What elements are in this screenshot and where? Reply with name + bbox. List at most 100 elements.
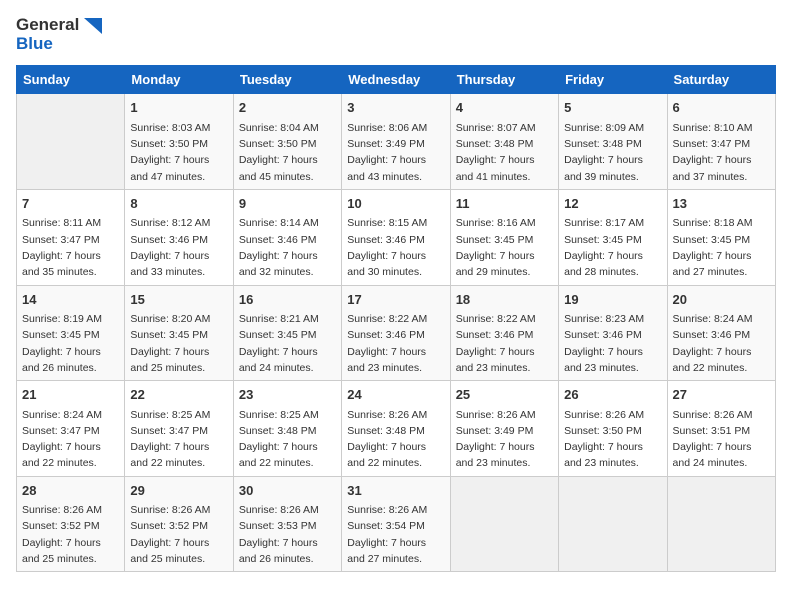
calendar-cell: 11Sunrise: 8:16 AM Sunset: 3:45 PM Dayli… <box>450 189 558 285</box>
calendar-cell <box>450 476 558 572</box>
day-info: Sunrise: 8:06 AM Sunset: 3:49 PM Dayligh… <box>347 120 444 185</box>
day-number: 22 <box>130 385 227 405</box>
column-header-monday: Monday <box>125 66 233 94</box>
calendar-cell: 30Sunrise: 8:26 AM Sunset: 3:53 PM Dayli… <box>233 476 341 572</box>
calendar-cell: 17Sunrise: 8:22 AM Sunset: 3:46 PM Dayli… <box>342 285 450 381</box>
day-info: Sunrise: 8:26 AM Sunset: 3:53 PM Dayligh… <box>239 502 336 567</box>
day-number: 18 <box>456 290 553 310</box>
calendar-week-row: 1Sunrise: 8:03 AM Sunset: 3:50 PM Daylig… <box>17 94 776 190</box>
day-number: 30 <box>239 481 336 501</box>
day-info: Sunrise: 8:24 AM Sunset: 3:46 PM Dayligh… <box>673 311 770 376</box>
logo-arrow-icon <box>84 18 102 34</box>
calendar-cell: 5Sunrise: 8:09 AM Sunset: 3:48 PM Daylig… <box>559 94 667 190</box>
day-number: 31 <box>347 481 444 501</box>
day-number: 3 <box>347 98 444 118</box>
day-info: Sunrise: 8:17 AM Sunset: 3:45 PM Dayligh… <box>564 215 661 280</box>
day-number: 6 <box>673 98 770 118</box>
day-number: 16 <box>239 290 336 310</box>
day-number: 5 <box>564 98 661 118</box>
calendar-cell: 20Sunrise: 8:24 AM Sunset: 3:46 PM Dayli… <box>667 285 775 381</box>
day-info: Sunrise: 8:03 AM Sunset: 3:50 PM Dayligh… <box>130 120 227 185</box>
day-info: Sunrise: 8:26 AM Sunset: 3:50 PM Dayligh… <box>564 407 661 472</box>
day-info: Sunrise: 8:22 AM Sunset: 3:46 PM Dayligh… <box>456 311 553 376</box>
calendar-cell: 22Sunrise: 8:25 AM Sunset: 3:47 PM Dayli… <box>125 381 233 477</box>
day-number: 21 <box>22 385 119 405</box>
calendar-cell: 27Sunrise: 8:26 AM Sunset: 3:51 PM Dayli… <box>667 381 775 477</box>
logo-wordmark: General Blue <box>16 16 102 53</box>
calendar-cell: 8Sunrise: 8:12 AM Sunset: 3:46 PM Daylig… <box>125 189 233 285</box>
day-number: 28 <box>22 481 119 501</box>
day-number: 13 <box>673 194 770 214</box>
day-info: Sunrise: 8:20 AM Sunset: 3:45 PM Dayligh… <box>130 311 227 376</box>
calendar-cell: 23Sunrise: 8:25 AM Sunset: 3:48 PM Dayli… <box>233 381 341 477</box>
column-header-tuesday: Tuesday <box>233 66 341 94</box>
calendar-cell: 19Sunrise: 8:23 AM Sunset: 3:46 PM Dayli… <box>559 285 667 381</box>
calendar-cell: 18Sunrise: 8:22 AM Sunset: 3:46 PM Dayli… <box>450 285 558 381</box>
day-info: Sunrise: 8:11 AM Sunset: 3:47 PM Dayligh… <box>22 215 119 280</box>
day-info: Sunrise: 8:19 AM Sunset: 3:45 PM Dayligh… <box>22 311 119 376</box>
day-info: Sunrise: 8:07 AM Sunset: 3:48 PM Dayligh… <box>456 120 553 185</box>
calendar-cell: 21Sunrise: 8:24 AM Sunset: 3:47 PM Dayli… <box>17 381 125 477</box>
day-info: Sunrise: 8:26 AM Sunset: 3:51 PM Dayligh… <box>673 407 770 472</box>
day-info: Sunrise: 8:25 AM Sunset: 3:47 PM Dayligh… <box>130 407 227 472</box>
day-number: 15 <box>130 290 227 310</box>
logo: General Blue <box>16 16 102 53</box>
day-info: Sunrise: 8:16 AM Sunset: 3:45 PM Dayligh… <box>456 215 553 280</box>
calendar-cell: 29Sunrise: 8:26 AM Sunset: 3:52 PM Dayli… <box>125 476 233 572</box>
day-info: Sunrise: 8:18 AM Sunset: 3:45 PM Dayligh… <box>673 215 770 280</box>
calendar-cell: 3Sunrise: 8:06 AM Sunset: 3:49 PM Daylig… <box>342 94 450 190</box>
day-number: 4 <box>456 98 553 118</box>
column-header-sunday: Sunday <box>17 66 125 94</box>
calendar-cell: 7Sunrise: 8:11 AM Sunset: 3:47 PM Daylig… <box>17 189 125 285</box>
calendar-week-row: 14Sunrise: 8:19 AM Sunset: 3:45 PM Dayli… <box>17 285 776 381</box>
day-number: 27 <box>673 385 770 405</box>
day-info: Sunrise: 8:09 AM Sunset: 3:48 PM Dayligh… <box>564 120 661 185</box>
calendar-cell: 16Sunrise: 8:21 AM Sunset: 3:45 PM Dayli… <box>233 285 341 381</box>
day-number: 14 <box>22 290 119 310</box>
calendar-cell: 2Sunrise: 8:04 AM Sunset: 3:50 PM Daylig… <box>233 94 341 190</box>
day-number: 1 <box>130 98 227 118</box>
day-info: Sunrise: 8:23 AM Sunset: 3:46 PM Dayligh… <box>564 311 661 376</box>
day-number: 8 <box>130 194 227 214</box>
calendar-cell: 9Sunrise: 8:14 AM Sunset: 3:46 PM Daylig… <box>233 189 341 285</box>
calendar-cell <box>559 476 667 572</box>
day-number: 24 <box>347 385 444 405</box>
day-info: Sunrise: 8:25 AM Sunset: 3:48 PM Dayligh… <box>239 407 336 472</box>
calendar-week-row: 28Sunrise: 8:26 AM Sunset: 3:52 PM Dayli… <box>17 476 776 572</box>
calendar-cell: 6Sunrise: 8:10 AM Sunset: 3:47 PM Daylig… <box>667 94 775 190</box>
day-info: Sunrise: 8:24 AM Sunset: 3:47 PM Dayligh… <box>22 407 119 472</box>
day-number: 9 <box>239 194 336 214</box>
day-info: Sunrise: 8:26 AM Sunset: 3:48 PM Dayligh… <box>347 407 444 472</box>
day-info: Sunrise: 8:14 AM Sunset: 3:46 PM Dayligh… <box>239 215 336 280</box>
day-number: 11 <box>456 194 553 214</box>
day-number: 25 <box>456 385 553 405</box>
page-header: General Blue <box>16 16 776 53</box>
calendar-cell: 28Sunrise: 8:26 AM Sunset: 3:52 PM Dayli… <box>17 476 125 572</box>
day-number: 19 <box>564 290 661 310</box>
day-number: 20 <box>673 290 770 310</box>
day-number: 2 <box>239 98 336 118</box>
column-header-friday: Friday <box>559 66 667 94</box>
day-number: 10 <box>347 194 444 214</box>
calendar-cell: 25Sunrise: 8:26 AM Sunset: 3:49 PM Dayli… <box>450 381 558 477</box>
calendar-cell: 15Sunrise: 8:20 AM Sunset: 3:45 PM Dayli… <box>125 285 233 381</box>
day-info: Sunrise: 8:10 AM Sunset: 3:47 PM Dayligh… <box>673 120 770 185</box>
day-info: Sunrise: 8:04 AM Sunset: 3:50 PM Dayligh… <box>239 120 336 185</box>
calendar-cell: 26Sunrise: 8:26 AM Sunset: 3:50 PM Dayli… <box>559 381 667 477</box>
calendar-cell: 4Sunrise: 8:07 AM Sunset: 3:48 PM Daylig… <box>450 94 558 190</box>
calendar-cell <box>667 476 775 572</box>
calendar-cell <box>17 94 125 190</box>
day-number: 7 <box>22 194 119 214</box>
day-number: 26 <box>564 385 661 405</box>
calendar-cell: 24Sunrise: 8:26 AM Sunset: 3:48 PM Dayli… <box>342 381 450 477</box>
day-number: 23 <box>239 385 336 405</box>
day-info: Sunrise: 8:12 AM Sunset: 3:46 PM Dayligh… <box>130 215 227 280</box>
day-info: Sunrise: 8:26 AM Sunset: 3:49 PM Dayligh… <box>456 407 553 472</box>
calendar-cell: 14Sunrise: 8:19 AM Sunset: 3:45 PM Dayli… <box>17 285 125 381</box>
calendar-table: SundayMondayTuesdayWednesdayThursdayFrid… <box>16 65 776 572</box>
calendar-week-row: 21Sunrise: 8:24 AM Sunset: 3:47 PM Dayli… <box>17 381 776 477</box>
day-info: Sunrise: 8:26 AM Sunset: 3:52 PM Dayligh… <box>22 502 119 567</box>
calendar-cell: 10Sunrise: 8:15 AM Sunset: 3:46 PM Dayli… <box>342 189 450 285</box>
day-info: Sunrise: 8:22 AM Sunset: 3:46 PM Dayligh… <box>347 311 444 376</box>
calendar-week-row: 7Sunrise: 8:11 AM Sunset: 3:47 PM Daylig… <box>17 189 776 285</box>
